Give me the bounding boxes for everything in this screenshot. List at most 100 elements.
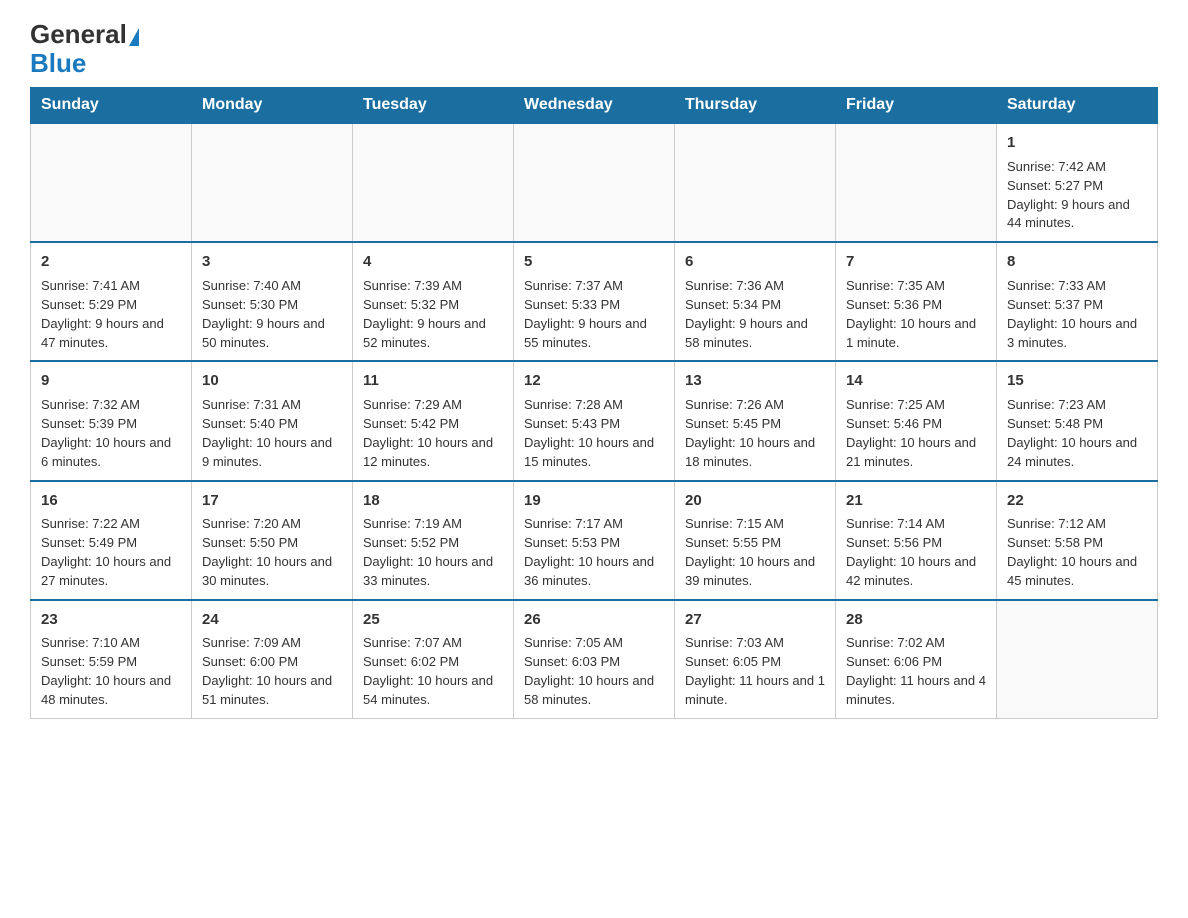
day-info: Sunrise: 7:37 AM Sunset: 5:33 PM Dayligh…: [524, 277, 664, 352]
day-number: 21: [846, 490, 986, 512]
day-info: Sunrise: 7:10 AM Sunset: 5:59 PM Dayligh…: [41, 634, 181, 709]
day-number: 11: [363, 370, 503, 392]
calendar-cell: [31, 123, 192, 242]
calendar-cell: 17 Sunrise: 7:20 AM Sunset: 5:50 PM Dayli…: [192, 481, 353, 600]
day-number: 7: [846, 251, 986, 273]
calendar-cell: 22 Sunrise: 7:12 AM Sunset: 5:58 PM Dayli…: [997, 481, 1158, 600]
day-info: Sunrise: 7:02 AM Sunset: 6:06 PM Dayligh…: [846, 634, 986, 709]
weekday-header-monday: Monday: [192, 88, 353, 124]
day-info: Sunrise: 7:32 AM Sunset: 5:39 PM Dayligh…: [41, 396, 181, 471]
day-number: 10: [202, 370, 342, 392]
day-number: 27: [685, 609, 825, 631]
day-number: 5: [524, 251, 664, 273]
day-info: Sunrise: 7:36 AM Sunset: 5:34 PM Dayligh…: [685, 277, 825, 352]
day-number: 17: [202, 490, 342, 512]
logo-general-text: General: [30, 19, 127, 49]
day-info: Sunrise: 7:14 AM Sunset: 5:56 PM Dayligh…: [846, 515, 986, 590]
calendar-cell: 14 Sunrise: 7:25 AM Sunset: 5:46 PM Dayli…: [836, 361, 997, 480]
day-number: 22: [1007, 490, 1147, 512]
day-number: 15: [1007, 370, 1147, 392]
day-info: Sunrise: 7:17 AM Sunset: 5:53 PM Dayligh…: [524, 515, 664, 590]
day-number: 6: [685, 251, 825, 273]
logo-blue-line: Blue: [30, 49, 86, 78]
calendar-cell: 10 Sunrise: 7:31 AM Sunset: 5:40 PM Dayli…: [192, 361, 353, 480]
calendar-cell: 18 Sunrise: 7:19 AM Sunset: 5:52 PM Dayli…: [353, 481, 514, 600]
day-number: 14: [846, 370, 986, 392]
calendar-cell: 8 Sunrise: 7:33 AM Sunset: 5:37 PM Daylig…: [997, 242, 1158, 361]
calendar-week-row: 23 Sunrise: 7:10 AM Sunset: 5:59 PM Dayli…: [31, 600, 1158, 719]
calendar-cell: [353, 123, 514, 242]
day-info: Sunrise: 7:29 AM Sunset: 5:42 PM Dayligh…: [363, 396, 503, 471]
day-number: 4: [363, 251, 503, 273]
logo-triangle-icon: [129, 28, 139, 46]
day-info: Sunrise: 7:07 AM Sunset: 6:02 PM Dayligh…: [363, 634, 503, 709]
day-number: 18: [363, 490, 503, 512]
day-info: Sunrise: 7:05 AM Sunset: 6:03 PM Dayligh…: [524, 634, 664, 709]
calendar-cell: 13 Sunrise: 7:26 AM Sunset: 5:45 PM Dayli…: [675, 361, 836, 480]
day-number: 3: [202, 251, 342, 273]
day-number: 12: [524, 370, 664, 392]
calendar-cell: 23 Sunrise: 7:10 AM Sunset: 5:59 PM Dayli…: [31, 600, 192, 719]
day-info: Sunrise: 7:25 AM Sunset: 5:46 PM Dayligh…: [846, 396, 986, 471]
calendar-cell: 19 Sunrise: 7:17 AM Sunset: 5:53 PM Dayli…: [514, 481, 675, 600]
day-number: 1: [1007, 132, 1147, 154]
weekday-header-thursday: Thursday: [675, 88, 836, 124]
day-number: 2: [41, 251, 181, 273]
day-info: Sunrise: 7:12 AM Sunset: 5:58 PM Dayligh…: [1007, 515, 1147, 590]
day-number: 28: [846, 609, 986, 631]
day-info: Sunrise: 7:20 AM Sunset: 5:50 PM Dayligh…: [202, 515, 342, 590]
day-number: 19: [524, 490, 664, 512]
day-info: Sunrise: 7:33 AM Sunset: 5:37 PM Dayligh…: [1007, 277, 1147, 352]
day-info: Sunrise: 7:35 AM Sunset: 5:36 PM Dayligh…: [846, 277, 986, 352]
calendar-cell: 15 Sunrise: 7:23 AM Sunset: 5:48 PM Dayli…: [997, 361, 1158, 480]
day-info: Sunrise: 7:09 AM Sunset: 6:00 PM Dayligh…: [202, 634, 342, 709]
calendar-header-row: SundayMondayTuesdayWednesdayThursdayFrid…: [31, 88, 1158, 124]
day-number: 13: [685, 370, 825, 392]
day-info: Sunrise: 7:41 AM Sunset: 5:29 PM Dayligh…: [41, 277, 181, 352]
day-info: Sunrise: 7:03 AM Sunset: 6:05 PM Dayligh…: [685, 634, 825, 709]
calendar-cell: 6 Sunrise: 7:36 AM Sunset: 5:34 PM Daylig…: [675, 242, 836, 361]
calendar-cell: 9 Sunrise: 7:32 AM Sunset: 5:39 PM Daylig…: [31, 361, 192, 480]
calendar-cell: 26 Sunrise: 7:05 AM Sunset: 6:03 PM Dayli…: [514, 600, 675, 719]
day-info: Sunrise: 7:42 AM Sunset: 5:27 PM Dayligh…: [1007, 158, 1147, 233]
calendar-cell: 3 Sunrise: 7:40 AM Sunset: 5:30 PM Daylig…: [192, 242, 353, 361]
day-info: Sunrise: 7:39 AM Sunset: 5:32 PM Dayligh…: [363, 277, 503, 352]
weekday-header-tuesday: Tuesday: [353, 88, 514, 124]
calendar-cell: 2 Sunrise: 7:41 AM Sunset: 5:29 PM Daylig…: [31, 242, 192, 361]
day-info: Sunrise: 7:40 AM Sunset: 5:30 PM Dayligh…: [202, 277, 342, 352]
day-number: 8: [1007, 251, 1147, 273]
weekday-header-friday: Friday: [836, 88, 997, 124]
calendar-cell: 11 Sunrise: 7:29 AM Sunset: 5:42 PM Dayli…: [353, 361, 514, 480]
day-number: 16: [41, 490, 181, 512]
calendar-cell: [675, 123, 836, 242]
day-info: Sunrise: 7:26 AM Sunset: 5:45 PM Dayligh…: [685, 396, 825, 471]
day-info: Sunrise: 7:23 AM Sunset: 5:48 PM Dayligh…: [1007, 396, 1147, 471]
calendar-cell: 12 Sunrise: 7:28 AM Sunset: 5:43 PM Dayli…: [514, 361, 675, 480]
day-number: 23: [41, 609, 181, 631]
logo-blue-text: Blue: [30, 48, 86, 78]
day-info: Sunrise: 7:19 AM Sunset: 5:52 PM Dayligh…: [363, 515, 503, 590]
day-number: 26: [524, 609, 664, 631]
calendar-cell: [836, 123, 997, 242]
calendar-cell: 20Sunrise: 7:15 AM Sunset: 5:55 PM Dayli…: [675, 481, 836, 600]
calendar-cell: 25Sunrise: 7:07 AM Sunset: 6:02 PM Dayli…: [353, 600, 514, 719]
day-number: 24: [202, 609, 342, 631]
calendar-cell: [192, 123, 353, 242]
logo-general-line: General: [30, 20, 139, 49]
weekday-header-saturday: Saturday: [997, 88, 1158, 124]
day-info: Sunrise: 7:15 AM Sunset: 5:55 PM Dayligh…: [685, 515, 825, 590]
calendar-cell: 5 Sunrise: 7:37 AM Sunset: 5:33 PM Daylig…: [514, 242, 675, 361]
calendar-week-row: 2 Sunrise: 7:41 AM Sunset: 5:29 PM Daylig…: [31, 242, 1158, 361]
calendar-cell: 21 Sunrise: 7:14 AM Sunset: 5:56 PM Dayli…: [836, 481, 997, 600]
day-info: Sunrise: 7:22 AM Sunset: 5:49 PM Dayligh…: [41, 515, 181, 590]
calendar-cell: [997, 600, 1158, 719]
calendar-cell: 4 Sunrise: 7:39 AM Sunset: 5:32 PM Daylig…: [353, 242, 514, 361]
day-info: Sunrise: 7:31 AM Sunset: 5:40 PM Dayligh…: [202, 396, 342, 471]
calendar-cell: [514, 123, 675, 242]
calendar-week-row: 1 Sunrise: 7:42 AM Sunset: 5:27 PM Daylig…: [31, 123, 1158, 242]
day-info: Sunrise: 7:28 AM Sunset: 5:43 PM Dayligh…: [524, 396, 664, 471]
weekday-header-sunday: Sunday: [31, 88, 192, 124]
calendar-cell: 28 Sunrise: 7:02 AM Sunset: 6:06 PM Dayli…: [836, 600, 997, 719]
calendar-table: SundayMondayTuesdayWednesdayThursdayFrid…: [30, 87, 1158, 719]
day-number: 9: [41, 370, 181, 392]
